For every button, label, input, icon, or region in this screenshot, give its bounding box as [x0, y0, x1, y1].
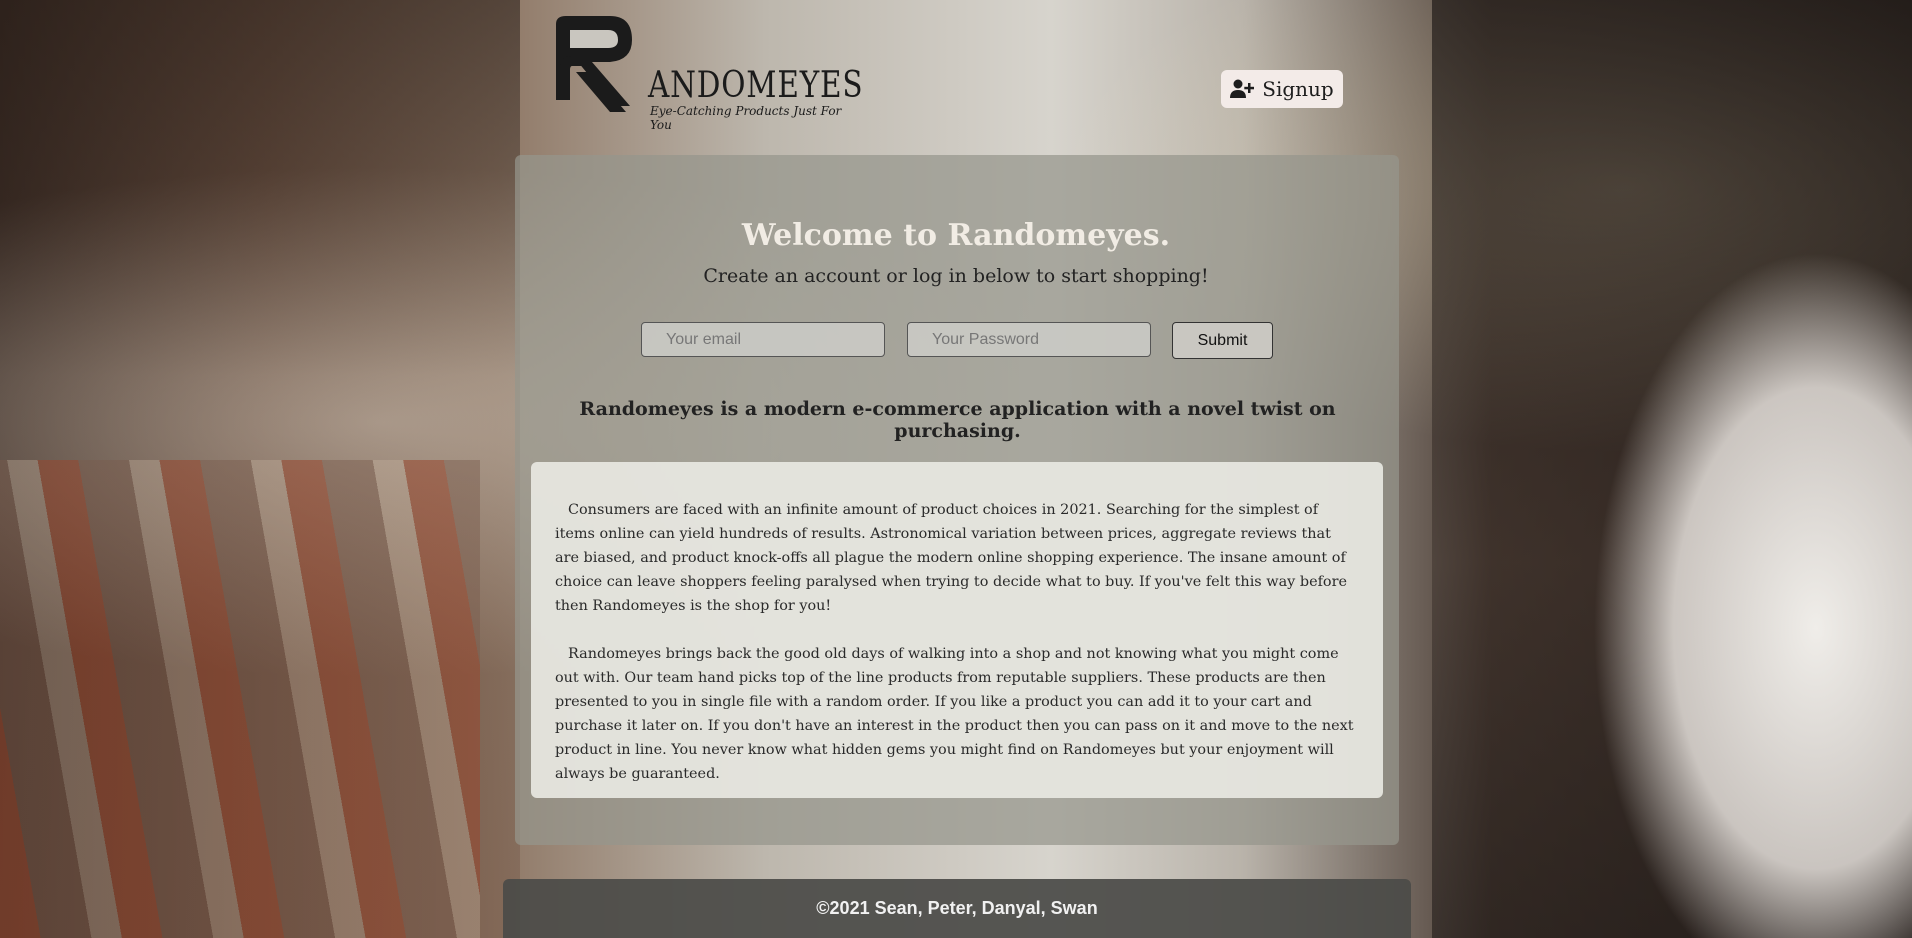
background-shopper-arm	[1592, 250, 1912, 938]
footer: ©2021 Sean, Peter, Danyal, Swan	[503, 879, 1411, 938]
brand-wordmark: ANDOMEYES	[648, 65, 864, 106]
email-input[interactable]	[641, 322, 885, 357]
signup-button[interactable]: Signup	[1221, 70, 1343, 108]
user-plus-icon	[1230, 79, 1255, 98]
page-subtitle: Create an account or log in below to sta…	[703, 265, 1209, 287]
about-paragraph: Consumers are faced with an infinite amo…	[555, 502, 1347, 614]
about-headline: Randomeyes is a modern e-commerce applic…	[579, 398, 1336, 442]
footer-copyright: ©2021 Sean, Peter, Danyal, Swan	[816, 898, 1098, 918]
stylized-r-logo-icon	[556, 16, 632, 112]
brand-tagline: Eye-Catching Products Just For You	[650, 104, 842, 132]
password-input[interactable]	[907, 322, 1151, 357]
about-description-box: Consumers are faced with an infinite amo…	[531, 462, 1383, 798]
submit-button[interactable]: Submit	[1172, 322, 1273, 359]
about-paragraph: Randomeyes brings back the good old days…	[555, 646, 1354, 782]
page-title: Welcome to Randomeyes.	[741, 218, 1171, 253]
brand-logo[interactable]: ANDOMEYES Eye-Catching Products Just For…	[552, 14, 863, 132]
background-sweaters	[0, 460, 480, 938]
signup-label: Signup	[1262, 77, 1334, 101]
